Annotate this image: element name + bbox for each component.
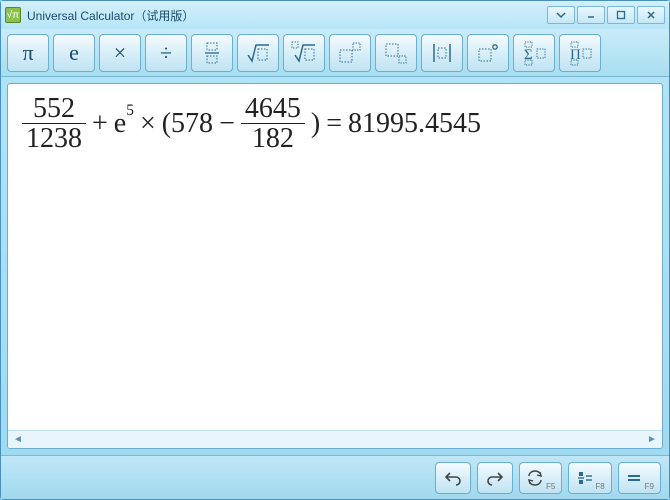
svg-text:Σ: Σ: [524, 47, 533, 63]
dropdown-button[interactable]: [547, 6, 575, 24]
window-title: Universal Calculator（试用版）: [27, 7, 547, 24]
fraction-2-denominator: 182: [248, 124, 298, 153]
fraction-1-denominator: 1238: [22, 124, 86, 153]
degree-button[interactable]: [467, 34, 509, 72]
fraction-2-numerator: 4645: [241, 94, 305, 123]
fraction-result-button[interactable]: F8: [568, 462, 611, 494]
superscript-button[interactable]: [329, 34, 371, 72]
fraction-2: 4645 182: [241, 94, 305, 154]
f9-label: F9: [645, 482, 654, 491]
multiply-button[interactable]: ×: [99, 34, 141, 72]
f8-label: F8: [595, 482, 604, 491]
expression-editor[interactable]: 552 1238 + e5 × (578 − 4645 182 ) = 8199…: [8, 84, 662, 430]
nthroot-button[interactable]: [283, 34, 325, 72]
horizontal-scrollbar[interactable]: ◄ ►: [8, 430, 662, 448]
close-button[interactable]: [637, 6, 665, 24]
redo-button[interactable]: [477, 462, 513, 494]
fraction-1-numerator: 552: [29, 94, 79, 123]
lparen: (578: [162, 108, 213, 140]
editor-area: 552 1238 + e5 × (578 − 4645 182 ) = 8199…: [7, 83, 663, 449]
bottom-toolbar: F5 F8 F9: [1, 455, 669, 499]
divide-button[interactable]: ÷: [145, 34, 187, 72]
scroll-left-icon[interactable]: ◄: [10, 433, 26, 447]
minimize-button[interactable]: [577, 6, 605, 24]
subscript-button[interactable]: [375, 34, 417, 72]
f5-label: F5: [546, 482, 555, 491]
result-value: 81995.4545: [348, 108, 481, 140]
cycle-button[interactable]: F5: [519, 462, 562, 494]
app-icon: √π: [5, 7, 21, 23]
fraction-button[interactable]: [191, 34, 233, 72]
fraction-1: 552 1238: [22, 94, 86, 154]
window-controls: [547, 6, 665, 24]
toolbar: π e × ÷ Σ Π: [1, 29, 669, 77]
titlebar: √π Universal Calculator（试用版）: [1, 1, 669, 29]
svg-text:Π: Π: [570, 47, 581, 63]
product-button[interactable]: Π: [559, 34, 601, 72]
app-window: √π Universal Calculator（试用版） π e × ÷: [0, 0, 670, 500]
scroll-right-icon[interactable]: ►: [644, 433, 660, 447]
abs-button[interactable]: [421, 34, 463, 72]
undo-button[interactable]: [435, 462, 471, 494]
sqrt-button[interactable]: [237, 34, 279, 72]
times-op: ×: [140, 108, 156, 140]
exponent: 5: [126, 102, 134, 119]
maximize-button[interactable]: [607, 6, 635, 24]
expression: 552 1238 + e5 × (578 − 4645 182 ) = 8199…: [22, 94, 648, 154]
rparen: ): [311, 108, 320, 140]
sum-button[interactable]: Σ: [513, 34, 555, 72]
equals-button[interactable]: F9: [618, 462, 661, 494]
plus-op: +: [92, 108, 108, 140]
minus-op: −: [219, 108, 235, 140]
equals-op: =: [326, 108, 342, 140]
e-term: e5: [114, 108, 134, 140]
pi-button[interactable]: π: [7, 34, 49, 72]
e-button[interactable]: e: [53, 34, 95, 72]
